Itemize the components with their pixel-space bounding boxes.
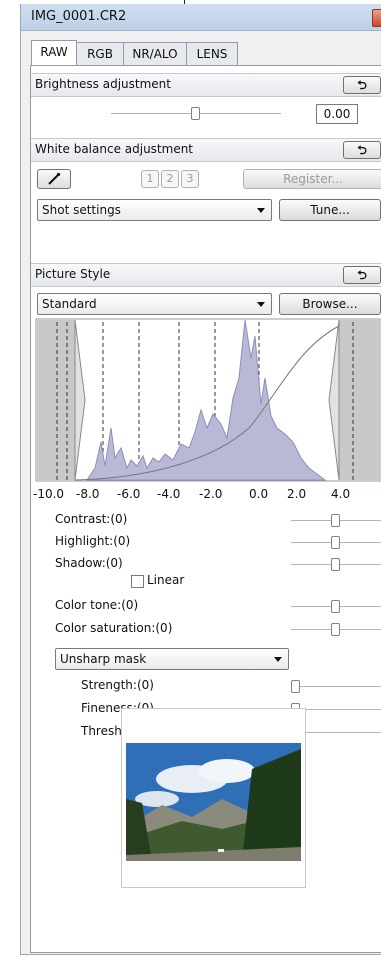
tone-curve-histogram[interactable] <box>35 318 381 482</box>
raw-panel: Brightness adjustment ⮌ 0.00 White balan… <box>30 65 381 953</box>
white-balance-header: White balance adjustment ⮌ <box>31 138 381 162</box>
sharpness-select-value: Unsharp mask <box>60 652 147 666</box>
strength-slider-thumb[interactable] <box>291 680 300 693</box>
linear-checkbox[interactable] <box>131 575 144 588</box>
brightness-value-input[interactable]: 0.00 <box>316 104 358 124</box>
tune-button[interactable]: Tune... <box>279 199 381 221</box>
picture-style-header: Picture Style ⮌ <box>31 263 381 287</box>
tab-raw[interactable]: RAW <box>31 40 77 66</box>
linear-label: Linear <box>147 573 185 587</box>
contrast-slider-thumb[interactable] <box>331 514 340 527</box>
strength-slider-track[interactable] <box>291 686 381 687</box>
image-preview[interactable] <box>122 709 305 887</box>
wb-slot-1-button[interactable]: 1 <box>141 170 159 188</box>
shadow-slider-thumb[interactable] <box>331 558 340 571</box>
brightness-reset-button[interactable]: ⮌ <box>343 76 381 94</box>
close-icon[interactable] <box>372 9 381 27</box>
browse-button[interactable]: Browse... <box>279 293 381 315</box>
shadow-clip-region[interactable] <box>37 320 75 480</box>
wb-slot-2-button[interactable]: 2 <box>161 170 179 188</box>
contrast-label: Contrast:(0) <box>55 512 128 526</box>
axis-tick: -6.0 <box>117 487 141 501</box>
axis-tick: 0.0 <box>249 487 269 501</box>
chevron-down-icon <box>274 657 282 662</box>
highlight-slider-thumb[interactable] <box>331 536 340 549</box>
eyedropper-button[interactable] <box>37 169 71 189</box>
highlight-clip-region[interactable] <box>339 320 379 480</box>
tool-palette-window: IMG_0001.CR2 RAW RGB NR/ALO LENS Brightn… <box>20 4 381 955</box>
shadow-label: Shadow:(0) <box>55 556 123 570</box>
title-bar[interactable]: IMG_0001.CR2 <box>21 4 381 31</box>
wb-slot-3-button[interactable]: 3 <box>181 170 199 188</box>
tab-rgb[interactable]: RGB <box>76 42 124 65</box>
picture-style-reset-button[interactable]: ⮌ <box>343 266 381 284</box>
sharpness-select[interactable]: Unsharp mask <box>55 648 289 670</box>
white-balance-select[interactable]: Shot settings <box>37 199 272 221</box>
axis-tick: 2.0 <box>287 487 307 501</box>
highlight-label: Highlight:(0) <box>55 534 131 548</box>
tab-lens[interactable]: LENS <box>186 42 238 65</box>
color-saturation-label: Color saturation:(0) <box>55 621 173 635</box>
chevron-down-icon <box>257 302 265 307</box>
white-balance-select-value: Shot settings <box>42 203 121 217</box>
white-balance-reset-button[interactable]: ⮌ <box>343 141 381 159</box>
color-saturation-slider-thumb[interactable] <box>331 623 340 636</box>
image-preview-frame <box>121 708 306 888</box>
window-title: IMG_0001.CR2 <box>31 9 127 24</box>
picture-style-select[interactable]: Standard <box>37 293 272 315</box>
picture-style-select-value: Standard <box>42 297 97 311</box>
color-tone-label: Color tone:(0) <box>55 598 139 612</box>
axis-tick: -4.0 <box>157 487 181 501</box>
axis-tick: -8.0 <box>76 487 100 501</box>
brightness-slider-thumb[interactable] <box>191 107 200 120</box>
picture-style-title: Picture Style <box>35 267 111 281</box>
brightness-title: Brightness adjustment <box>35 77 171 91</box>
register-button[interactable]: Register... <box>243 169 381 189</box>
brightness-header: Brightness adjustment ⮌ <box>31 73 381 97</box>
color-tone-slider-thumb[interactable] <box>331 600 340 613</box>
eyedropper-icon <box>48 172 61 185</box>
white-balance-title: White balance adjustment <box>35 142 194 156</box>
strength-label: Strength:(0) <box>81 678 154 692</box>
tab-nr-alo[interactable]: NR/ALO <box>123 42 187 65</box>
chevron-down-icon <box>257 208 265 213</box>
axis-tick: -2.0 <box>199 487 223 501</box>
axis-tick: -10.0 <box>33 487 65 501</box>
axis-tick: 4.0 <box>331 487 351 501</box>
